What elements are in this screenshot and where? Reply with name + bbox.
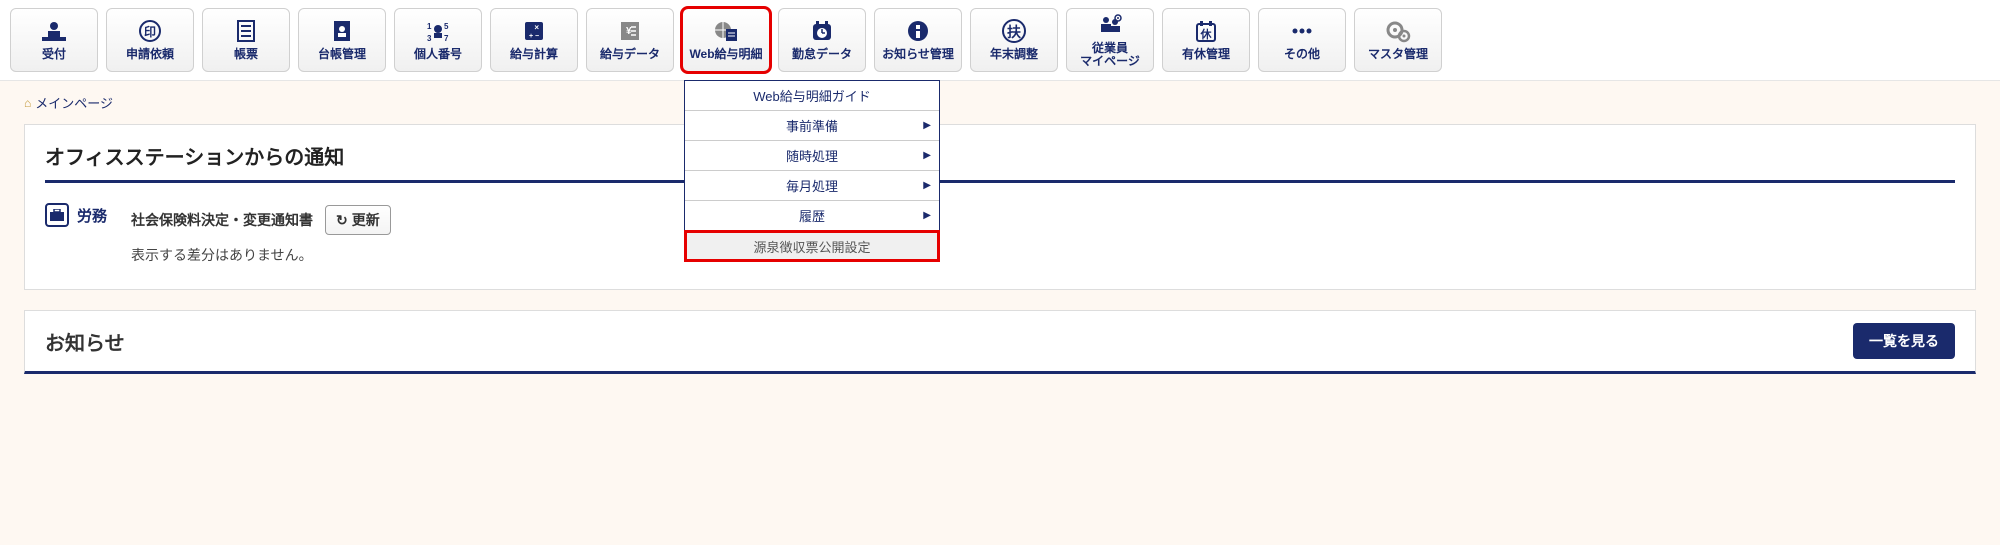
briefcase-icon xyxy=(45,203,69,227)
dropdown-label: 毎月処理 xyxy=(786,176,838,195)
panel-title: オフィスステーションからの通知 xyxy=(45,141,1955,183)
toolbar-label: 帳票 xyxy=(234,48,258,61)
toolbar-payrolldata[interactable]: ¥ 給与データ xyxy=(586,8,674,72)
mypage-icon xyxy=(1096,12,1124,38)
toolbar-payroll[interactable]: ×+ − 給与計算 xyxy=(490,8,578,72)
dropdown-item[interactable]: 源泉徴収票公開設定 xyxy=(685,231,939,261)
svg-text:+ −: + − xyxy=(529,33,539,40)
toolbar-other[interactable]: その他 xyxy=(1258,8,1346,72)
mynumber-icon: 1537 xyxy=(424,18,452,44)
toolbar-notice[interactable]: お知らせ管理 xyxy=(874,8,962,72)
dropdown-label: 事前準備 xyxy=(786,116,838,135)
toolbar-paidleave[interactable]: 休有休管理 xyxy=(1162,8,1250,72)
dropdown-item[interactable]: 履歴 ▶ xyxy=(685,201,939,231)
webpay-icon xyxy=(712,18,740,44)
paidleave-icon: 休 xyxy=(1192,18,1220,44)
dropdown-label: 随時処理 xyxy=(786,146,838,165)
chevron-right-icon: ▶ xyxy=(923,150,931,161)
toolbar-attend[interactable]: 勤怠データ xyxy=(778,8,866,72)
svg-text:扶: 扶 xyxy=(1007,24,1022,40)
labor-badge: 労務 xyxy=(45,203,107,227)
yearend-icon: 扶 xyxy=(1000,18,1028,44)
toolbar-label: 台帳管理 xyxy=(318,48,366,61)
toolbar-reception[interactable]: 受付 xyxy=(10,8,98,72)
dropdown-label: 源泉徴収票公開設定 xyxy=(753,237,870,256)
toolbar-label: 勤怠データ xyxy=(792,48,852,61)
view-all-button[interactable]: 一覧を見る xyxy=(1853,323,1955,359)
dropdown-item[interactable]: 事前準備 ▶ xyxy=(685,111,939,141)
toolbar-form[interactable]: 帳票 xyxy=(202,8,290,72)
reception-icon xyxy=(40,18,68,44)
svg-text:1: 1 xyxy=(427,22,432,31)
chevron-right-icon: ▶ xyxy=(923,180,931,191)
breadcrumb-label: メインページ xyxy=(35,93,113,112)
toolbar-label: 有休管理 xyxy=(1182,48,1230,61)
toolbar-request[interactable]: 印申請依頼 xyxy=(106,8,194,72)
toolbar-label: 年末調整 xyxy=(990,48,1038,61)
master-icon xyxy=(1384,18,1412,44)
attend-icon xyxy=(808,18,836,44)
toolbar-mynumber[interactable]: 1537個人番号 xyxy=(394,8,482,72)
notification-panel: オフィスステーションからの通知 労務 社会保険料決定・変更通知書 ↻ 更新 表示… xyxy=(24,124,1976,290)
svg-text:休: 休 xyxy=(1200,27,1213,41)
toolbar-label: その他 xyxy=(1284,48,1320,61)
toolbar-label: 個人番号 xyxy=(414,48,462,61)
notify-body: 表示する差分はありません。 xyxy=(131,245,391,265)
toolbar-label: お知らせ管理 xyxy=(882,48,954,61)
toolbar-ledger[interactable]: 台帳管理 xyxy=(298,8,386,72)
toolbar-label: 受付 xyxy=(42,48,66,61)
toolbar-mypage[interactable]: 従業員 マイページ xyxy=(1066,8,1154,72)
home-icon: ⌂ xyxy=(24,96,31,110)
dropdown-label: Web給与明細ガイド xyxy=(753,86,871,105)
dropdown-item[interactable]: 毎月処理 ▶ xyxy=(685,171,939,201)
request-icon: 印 xyxy=(136,18,164,44)
payrolldata-icon: ¥ xyxy=(616,18,644,44)
form-icon xyxy=(232,18,260,44)
svg-text:7: 7 xyxy=(444,34,449,43)
svg-text:×: × xyxy=(534,23,539,32)
toolbar-label: 給与計算 xyxy=(510,48,558,61)
notify-heading: 社会保険料決定・変更通知書 xyxy=(131,210,313,230)
badge-label: 労務 xyxy=(77,205,107,226)
main-toolbar: 受付印申請依頼帳票台帳管理1537個人番号×+ −給与計算¥給与データWeb給与… xyxy=(0,0,2000,81)
svg-text:5: 5 xyxy=(444,22,449,31)
dropdown-label: 履歴 xyxy=(799,206,825,225)
payroll-icon: ×+ − xyxy=(520,18,548,44)
dropdown-item[interactable]: Web給与明細ガイド xyxy=(685,81,939,111)
news-panel: お知らせ 一覧を見る xyxy=(24,310,1976,374)
refresh-label: 更新 xyxy=(352,210,380,230)
toolbar-label: Web給与明細 xyxy=(689,48,762,61)
dropdown-item[interactable]: 随時処理 ▶ xyxy=(685,141,939,171)
toolbar-webpay[interactable]: Web給与明細 xyxy=(682,8,770,72)
toolbar-label: 従業員 マイページ xyxy=(1080,42,1140,68)
svg-text:3: 3 xyxy=(427,34,432,43)
toolbar-label: 給与データ xyxy=(600,48,660,61)
toolbar-label: マスタ管理 xyxy=(1368,48,1428,61)
notice-icon xyxy=(904,18,932,44)
refresh-button[interactable]: ↻ 更新 xyxy=(325,205,391,235)
news-title: お知らせ xyxy=(45,327,125,356)
breadcrumb[interactable]: ⌂ メインページ xyxy=(0,81,2000,120)
chevron-right-icon: ▶ xyxy=(923,210,931,221)
svg-text:印: 印 xyxy=(144,25,156,39)
other-icon xyxy=(1288,18,1316,44)
refresh-icon: ↻ xyxy=(336,212,348,229)
toolbar-yearend[interactable]: 扶年末調整 xyxy=(970,8,1058,72)
toolbar-label: 申請依頼 xyxy=(126,48,174,61)
toolbar-master[interactable]: マスタ管理 xyxy=(1354,8,1442,72)
chevron-right-icon: ▶ xyxy=(923,120,931,131)
webpay-dropdown: Web給与明細ガイド事前準備 ▶ 随時処理 ▶ 毎月処理 ▶ 履歴 ▶ 源泉徴収票公開設定 xyxy=(684,80,940,262)
ledger-icon xyxy=(328,18,356,44)
